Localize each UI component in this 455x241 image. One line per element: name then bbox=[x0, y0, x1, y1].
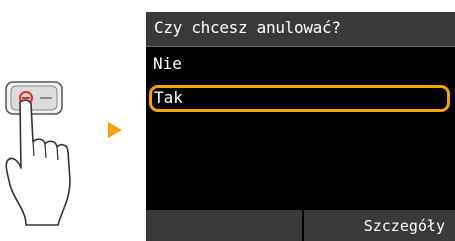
title-bar: Czy chcesz anulować? bbox=[146, 12, 455, 47]
option-no[interactable]: Nie bbox=[149, 52, 450, 79]
option-yes[interactable]: Tak bbox=[149, 85, 450, 112]
bottom-bar: Szczegóły bbox=[146, 210, 455, 241]
arrow-right-icon bbox=[108, 122, 122, 138]
details-label: Szczegóły bbox=[363, 217, 445, 235]
details-button[interactable]: Szczegóły bbox=[304, 210, 455, 241]
hand-pressing-stop-button-icon bbox=[0, 60, 105, 230]
device-screen: Czy chcesz anulować? Nie Tak Szczegóły bbox=[146, 12, 455, 241]
bottom-left-key bbox=[146, 210, 302, 241]
dialog-title: Czy chcesz anulować? bbox=[154, 18, 341, 37]
